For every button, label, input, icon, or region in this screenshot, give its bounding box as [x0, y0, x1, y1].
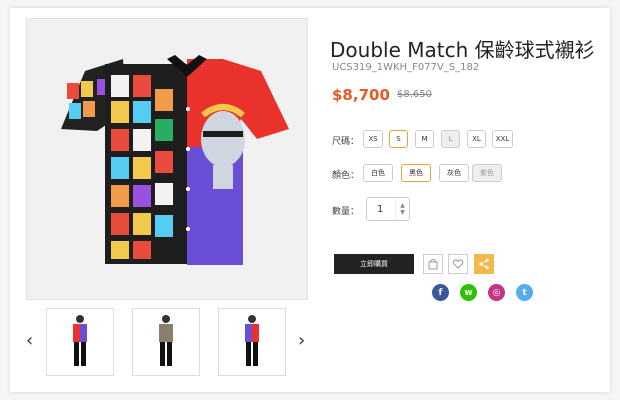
product-price: $8,700: [332, 86, 390, 104]
size-option-s[interactable]: S: [389, 130, 408, 148]
size-option-xs[interactable]: XS: [363, 130, 383, 148]
thumbnail-strip: ‹ ›: [26, 308, 308, 378]
twitter-icon[interactable]: t: [516, 284, 533, 301]
chevron-right-icon[interactable]: ›: [298, 330, 305, 351]
size-option-xxl[interactable]: XXL: [492, 130, 513, 148]
color-option-purple[interactable]: 紫色: [472, 164, 502, 182]
chevron-left-icon[interactable]: ‹: [26, 330, 33, 351]
buy-now-button[interactable]: 立即購買: [334, 254, 414, 274]
facebook-icon[interactable]: f: [432, 284, 449, 301]
product-card: ‹ › Double Match 保齡球式襯衫 UCS319_1WKH_F077…: [10, 8, 610, 392]
instagram-icon[interactable]: ◎: [488, 284, 505, 301]
thumbnail-2[interactable]: [132, 308, 200, 376]
model-figure-icon: [245, 315, 259, 366]
size-option-m[interactable]: M: [415, 130, 434, 148]
product-sku: UCS319_1WKH_F077V_S_182: [332, 62, 480, 73]
bag-icon: [428, 259, 438, 270]
product-old-price: $8,650: [397, 89, 432, 100]
size-option-l[interactable]: L: [441, 130, 460, 148]
quantity-stepper[interactable]: 1 ▲ ▼: [366, 197, 410, 221]
model-figure-icon: [73, 315, 87, 366]
color-label: 顏色：: [332, 171, 360, 181]
chevron-down-icon[interactable]: ▼: [400, 209, 405, 216]
quantity-value[interactable]: 1: [367, 204, 395, 215]
share-button[interactable]: [474, 254, 494, 274]
wechat-icon[interactable]: w: [460, 284, 477, 301]
shirt-illustration: [61, 55, 289, 265]
main-product-image[interactable]: [26, 18, 308, 300]
chevron-up-icon[interactable]: ▲: [400, 202, 405, 209]
color-option-black[interactable]: 黑色: [401, 164, 431, 182]
share-icon: [479, 258, 489, 270]
color-option-white[interactable]: 白色: [363, 164, 393, 182]
size-label: 尺碼：: [332, 137, 360, 147]
thumbnail-1[interactable]: [46, 308, 114, 376]
add-to-cart-button[interactable]: [423, 254, 443, 274]
color-option-gray[interactable]: 灰色: [439, 164, 469, 182]
product-title: Double Match 保齡球式襯衫: [330, 38, 595, 62]
wishlist-button[interactable]: [448, 254, 468, 274]
thumbnail-3[interactable]: [218, 308, 286, 376]
quantity-label: 數量：: [332, 207, 360, 217]
heart-icon: [452, 259, 464, 269]
model-figure-icon: [159, 315, 173, 366]
quantity-arrows[interactable]: ▲ ▼: [395, 198, 409, 220]
size-option-xl[interactable]: XL: [467, 130, 486, 148]
